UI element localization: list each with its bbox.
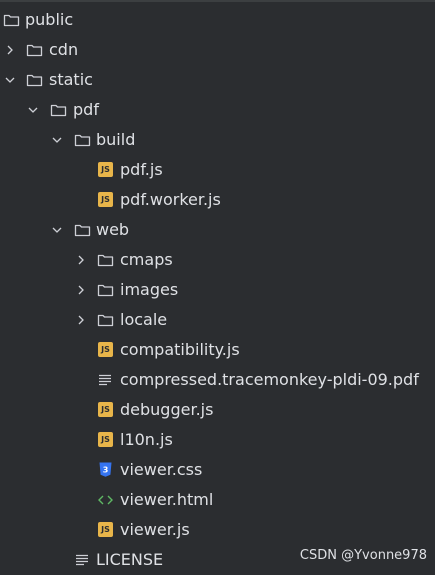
tree-item-label: pdf — [73, 100, 99, 119]
tree-item-label: pdf.js — [120, 160, 163, 179]
tree-item-label: cdn — [49, 40, 79, 59]
tree-item-label: pdf.worker.js — [120, 190, 221, 209]
chevron-down-icon[interactable] — [4, 74, 16, 86]
watermark: CSDN @Yvonne978 — [299, 548, 427, 563]
chevron-right-icon[interactable] — [4, 44, 16, 56]
tree-item-locale[interactable]: locale — [0, 305, 435, 335]
tree-item-label: static — [49, 70, 93, 89]
js-file-icon: JS — [98, 192, 113, 207]
tree-item-label: compressed.tracemonkey-pldi-09.pdf — [120, 370, 419, 389]
tree-item-pdf-js[interactable]: JS pdf.js — [0, 155, 435, 185]
tree-item-viewer-html[interactable]: viewer.html — [0, 485, 435, 515]
folder-icon — [3, 14, 20, 27]
text-file-icon — [76, 554, 88, 566]
tree-item-compatibility-js[interactable]: JS compatibility.js — [0, 335, 435, 365]
tree-item-static[interactable]: static — [0, 65, 435, 95]
tree-item-label: l10n.js — [120, 430, 173, 449]
tree-item-label: LICENSE — [96, 550, 164, 569]
js-file-icon: JS — [98, 432, 113, 447]
html-file-icon — [98, 495, 113, 505]
folder-icon — [74, 224, 91, 237]
tree-item-public[interactable]: public — [0, 5, 435, 35]
folder-icon — [26, 74, 43, 87]
js-file-icon: JS — [98, 402, 113, 417]
folder-icon — [26, 44, 43, 57]
css-badge-text: 3 — [103, 466, 109, 475]
tree-item-label: debugger.js — [120, 400, 214, 419]
tree-item-pdf-worker-js[interactable]: JS pdf.worker.js — [0, 185, 435, 215]
tree-item-label: web — [96, 220, 130, 239]
tree-item-viewer-css[interactable]: 3 viewer.css — [0, 455, 435, 485]
tree-item-l10n-js[interactable]: JS l10n.js — [0, 425, 435, 455]
tree-item-cdn[interactable]: cdn — [0, 35, 435, 65]
chevron-down-icon[interactable] — [51, 134, 63, 146]
chevron-right-icon[interactable] — [75, 314, 87, 326]
folder-icon — [97, 314, 114, 327]
tree-item-compressed-pdf[interactable]: compressed.tracemonkey-pldi-09.pdf — [0, 365, 435, 395]
folder-icon — [97, 254, 114, 267]
css-file-icon: 3 — [99, 462, 112, 477]
chevron-down-icon[interactable] — [27, 104, 39, 116]
js-file-icon: JS — [98, 162, 113, 177]
chevron-right-icon[interactable] — [75, 284, 87, 296]
tree-item-pdf[interactable]: pdf — [0, 95, 435, 125]
tree-item-label: viewer.css — [120, 460, 203, 479]
tree-item-images[interactable]: images — [0, 275, 435, 305]
tree-item-label: viewer.html — [120, 490, 214, 509]
tree-item-label: images — [120, 280, 179, 299]
tree-item-label: compatibility.js — [120, 340, 240, 359]
tree-item-label: public — [25, 10, 74, 29]
folder-icon — [97, 284, 114, 297]
project-tree: public cdn static pdf build JS pdf.js JS… — [0, 5, 435, 575]
chevron-right-icon[interactable] — [75, 254, 87, 266]
folder-icon — [74, 134, 91, 147]
tree-item-label: locale — [120, 310, 168, 329]
tree-item-viewer-js[interactable]: JS viewer.js — [0, 515, 435, 545]
tree-item-label: viewer.js — [120, 520, 190, 539]
tree-item-debugger-js[interactable]: JS debugger.js — [0, 395, 435, 425]
tree-item-web[interactable]: web — [0, 215, 435, 245]
js-file-icon: JS — [98, 522, 113, 537]
tree-item-label: build — [96, 130, 136, 149]
js-file-icon: JS — [98, 342, 113, 357]
chevron-down-icon[interactable] — [51, 224, 63, 236]
tree-item-build[interactable]: build — [0, 125, 435, 155]
folder-icon — [50, 104, 67, 117]
text-file-icon — [99, 374, 111, 386]
tree-item-cmaps[interactable]: cmaps — [0, 245, 435, 275]
top-divider — [0, 0, 435, 2]
tree-item-label: cmaps — [120, 250, 173, 269]
